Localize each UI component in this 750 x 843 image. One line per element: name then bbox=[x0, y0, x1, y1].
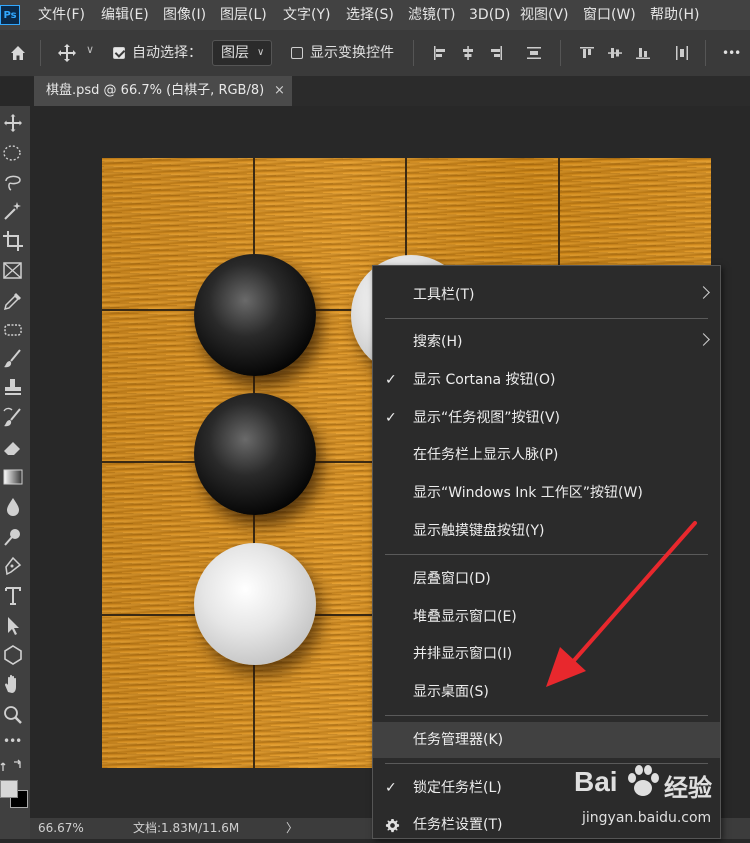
eyedropper-icon[interactable] bbox=[0, 288, 26, 314]
menu-bar: Ps 文件(F) 编辑(E) 图像(I) 图层(L) 文字(Y) 选择(S) 滤… bbox=[0, 0, 750, 30]
black-stone bbox=[194, 393, 316, 515]
frame-tool-icon[interactable] bbox=[0, 258, 26, 284]
annotation-arrow bbox=[546, 521, 697, 687]
chevron-right-icon bbox=[697, 333, 710, 346]
move-tool-icon[interactable] bbox=[0, 110, 26, 136]
brush-tool-icon[interactable] bbox=[0, 346, 26, 372]
separator bbox=[705, 40, 706, 66]
menu-3d[interactable]: 3D(D) bbox=[469, 0, 510, 30]
menu-item-windows-ink[interactable]: 显示“Windows Ink 工作区”按钮(W) bbox=[373, 475, 720, 511]
menu-filter[interactable]: 滤镜(T) bbox=[408, 0, 455, 30]
auto-select-dropdown[interactable]: 图层 ∨ bbox=[212, 40, 272, 66]
menu-image[interactable]: 图像(I) bbox=[163, 0, 206, 30]
path-selection-icon[interactable] bbox=[0, 613, 26, 639]
blur-tool-icon[interactable] bbox=[0, 494, 26, 520]
auto-select-value: 图层 bbox=[221, 45, 249, 61]
distribute-horizontal-icon[interactable] bbox=[675, 46, 689, 60]
align-top-icon[interactable] bbox=[580, 46, 594, 60]
menu-file[interactable]: 文件(F) bbox=[38, 0, 85, 30]
auto-select-checkbox[interactable] bbox=[113, 47, 125, 59]
type-tool-icon[interactable] bbox=[0, 583, 26, 609]
marquee-tool-icon[interactable] bbox=[0, 140, 26, 166]
menu-separator bbox=[385, 318, 708, 319]
menu-window[interactable]: 窗口(W) bbox=[583, 0, 636, 30]
foreground-color-swatch[interactable] bbox=[0, 780, 18, 798]
menu-layer[interactable]: 图层(L) bbox=[220, 0, 267, 30]
more-tools-icon[interactable]: ••• bbox=[3, 734, 22, 748]
menu-view[interactable]: 视图(V) bbox=[520, 0, 569, 30]
align-left-icon[interactable] bbox=[433, 46, 447, 60]
menu-item-search[interactable]: 搜索(H) bbox=[373, 324, 720, 360]
options-bar: ∨ 自动选择： 图层 ∨ 显示变换控件 ••• bbox=[0, 30, 750, 77]
watermark-brand: Bai bbox=[574, 766, 618, 797]
stamp-tool-icon[interactable] bbox=[0, 375, 26, 401]
white-stone bbox=[194, 543, 316, 665]
menu-help[interactable]: 帮助(H) bbox=[650, 0, 699, 30]
menu-item-show-cortana[interactable]: ✓ 显示 Cortana 按钮(O) bbox=[373, 362, 720, 398]
menu-type[interactable]: 文字(Y) bbox=[283, 0, 330, 30]
chevron-down-icon: ∨ bbox=[257, 47, 265, 58]
crop-tool-icon[interactable] bbox=[0, 228, 26, 254]
paw-icon bbox=[628, 765, 659, 796]
menu-item-task-view[interactable]: ✓ 显示“任务视图”按钮(V) bbox=[373, 400, 720, 436]
chevron-right-icon bbox=[697, 286, 710, 299]
show-transform-label: 显示变换控件 bbox=[310, 45, 394, 61]
align-right-icon[interactable] bbox=[489, 46, 503, 60]
dodge-tool-icon[interactable] bbox=[0, 524, 26, 550]
menu-edit[interactable]: 编辑(E) bbox=[101, 0, 149, 30]
document-tab-title: 棋盘.psd @ 66.7% (白棋子, RGB/8) bbox=[46, 83, 265, 98]
separator bbox=[560, 40, 561, 66]
healing-brush-icon[interactable] bbox=[0, 317, 26, 343]
gradient-tool-icon[interactable] bbox=[0, 464, 26, 490]
check-icon: ✓ bbox=[385, 372, 397, 388]
swap-colors-icon[interactable] bbox=[0, 758, 26, 776]
align-middle-icon[interactable] bbox=[608, 46, 622, 60]
watermark-brand-cn: 经验 bbox=[664, 774, 712, 802]
chevron-down-icon[interactable]: ∨ bbox=[86, 43, 94, 56]
hand-tool-icon[interactable] bbox=[0, 672, 26, 698]
show-transform-checkbox[interactable] bbox=[291, 47, 303, 59]
home-icon[interactable] bbox=[9, 44, 27, 62]
watermark-url: jingyan.baidu.com bbox=[582, 810, 712, 826]
photoshop-logo: Ps bbox=[0, 5, 20, 25]
more-options-icon[interactable]: ••• bbox=[722, 30, 741, 76]
separator bbox=[40, 40, 41, 66]
menu-separator bbox=[385, 715, 708, 716]
align-center-icon[interactable] bbox=[461, 46, 475, 60]
gear-icon bbox=[385, 818, 400, 833]
tools-panel: ••• bbox=[0, 106, 30, 839]
lasso-tool-icon[interactable] bbox=[0, 169, 26, 195]
distribute-vertical-icon[interactable] bbox=[527, 46, 541, 60]
menu-item-toolbars[interactable]: 工具栏(T) bbox=[373, 277, 720, 313]
check-icon: ✓ bbox=[385, 780, 397, 796]
baidu-jingyan-watermark: Bai 经验 jingyan.baidu.com bbox=[560, 760, 750, 839]
menu-item-people[interactable]: 在任务栏上显示人脉(P) bbox=[373, 437, 720, 473]
status-menu-chevron[interactable]: 〉 bbox=[286, 818, 298, 839]
black-stone bbox=[194, 254, 316, 376]
align-bottom-icon[interactable] bbox=[636, 46, 650, 60]
auto-select-label: 自动选择： bbox=[132, 45, 202, 61]
menu-select[interactable]: 选择(S) bbox=[346, 0, 394, 30]
history-brush-icon[interactable] bbox=[0, 405, 26, 431]
document-tab[interactable]: 棋盘.psd @ 66.7% (白棋子, RGB/8) × bbox=[34, 76, 292, 106]
document-size: 文档:1.83M/11.6M bbox=[133, 821, 240, 835]
magic-wand-icon[interactable] bbox=[0, 198, 26, 224]
zoom-tool-icon[interactable] bbox=[0, 702, 26, 728]
check-icon: ✓ bbox=[385, 410, 397, 426]
menu-item-task-manager[interactable]: 任务管理器(K) bbox=[373, 722, 720, 758]
move-tool-icon[interactable] bbox=[57, 43, 77, 63]
close-tab-icon[interactable]: × bbox=[274, 76, 285, 106]
shape-tool-icon[interactable] bbox=[0, 642, 26, 668]
separator bbox=[413, 40, 414, 66]
eraser-tool-icon[interactable] bbox=[0, 434, 26, 460]
zoom-level[interactable]: 66.67% bbox=[38, 818, 84, 839]
pen-tool-icon[interactable] bbox=[0, 553, 26, 579]
